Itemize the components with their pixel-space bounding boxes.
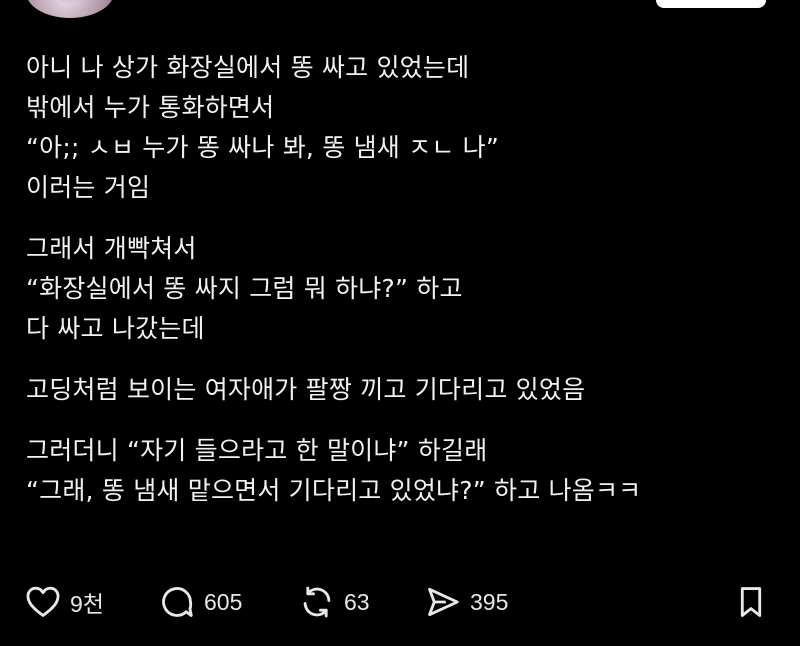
repost-count: 63	[344, 588, 370, 615]
post-line: “아;; ㅅㅂ 누가 똥 싸나 봐, 똥 냄새 ㅈㄴ 나”	[26, 133, 500, 162]
post-line: “그래, 똥 냄새 맡으면서 기다리고 있었냐?” 하고 나옴ㅋㅋ	[26, 476, 642, 505]
share-count: 395	[470, 588, 509, 615]
send-icon	[428, 587, 459, 617]
like-button[interactable]: 9천	[24, 580, 104, 624]
heart-icon	[26, 586, 60, 617]
share-button[interactable]: 395	[424, 580, 508, 624]
reply-count: 605	[204, 588, 243, 615]
post-line: 이러는 거임	[26, 173, 151, 202]
speech-bubble-icon	[162, 587, 193, 617]
post-line: 다 싸고 나갔는데	[26, 314, 205, 343]
bookmark-icon	[740, 587, 762, 617]
avatar[interactable]	[26, 0, 114, 18]
repost-arrows-icon	[303, 586, 331, 618]
post-line: 그러더니 “자기 들으라고 한 말이냐” 하길래	[26, 436, 488, 465]
bookmark-button[interactable]	[732, 580, 770, 624]
like-count: 9천	[70, 591, 104, 617]
reply-button[interactable]: 605	[158, 580, 242, 624]
post-line: “화장실에서 똥 싸지 그럼 뭐 하냐?” 하고	[26, 274, 463, 303]
action-bar: 9천 605 63 395	[0, 580, 800, 624]
post-line: 아니 나 상가 화장실에서 똥 싸고 있었는데	[26, 53, 470, 82]
post-line: 고딩처럼 보이는 여자애가 팔짱 끼고 기다리고 있었음	[26, 375, 586, 404]
follow-button[interactable]	[656, 0, 766, 8]
post-body: 아니 나 상가 화장실에서 똥 싸고 있었는데 밖에서 누가 통화하면서 “아;…	[26, 48, 766, 511]
post-line: 밖에서 누가 통화하면서	[26, 93, 275, 122]
post-line: 그래서 개빡쳐서	[26, 234, 197, 263]
repost-button[interactable]: 63	[298, 580, 370, 624]
